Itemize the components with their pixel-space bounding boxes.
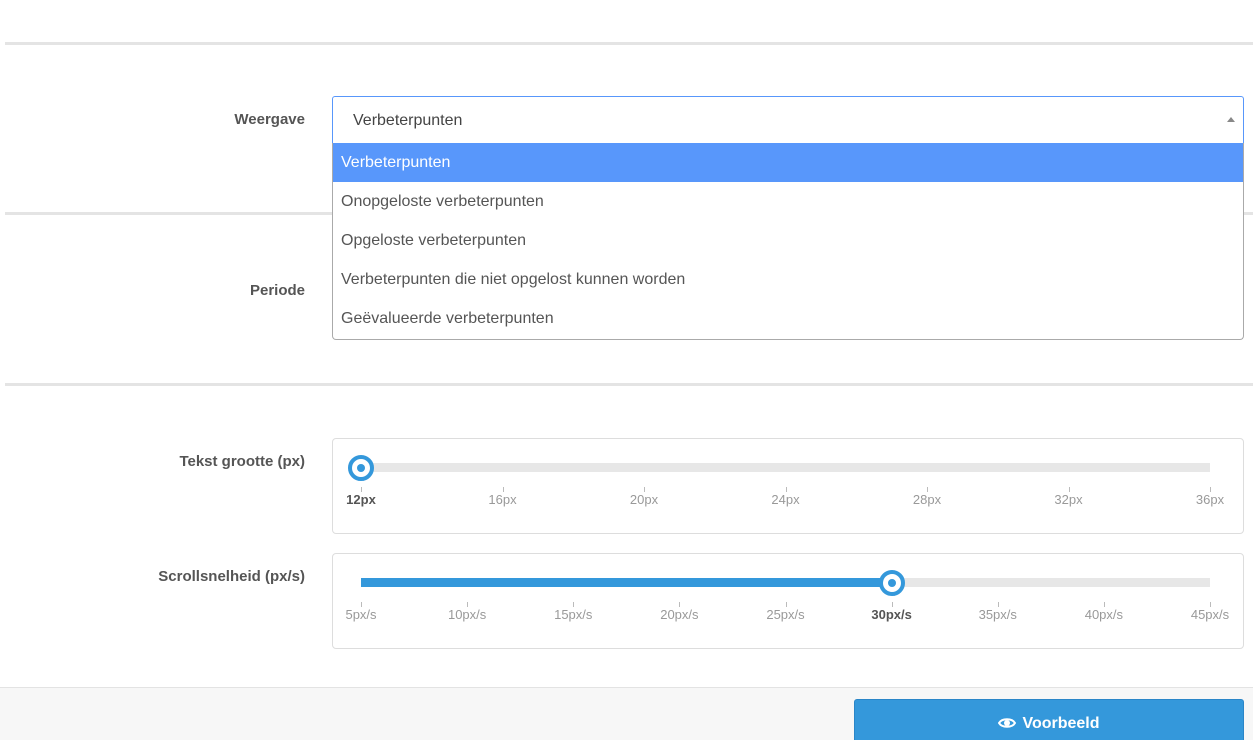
slider-tick-label: 25px/s: [766, 607, 805, 622]
text-size-slider: 12px 16px 20px 24px 28px 32px 36px: [332, 438, 1244, 534]
slider-fill: [361, 578, 892, 587]
slider-tick-label: 35px/s: [978, 607, 1017, 622]
slider-tick-label: 32px: [1054, 492, 1083, 507]
slider-tick-label: 20px/s: [660, 607, 699, 622]
scroll-speed-slider: 5px/s 10px/s 15px/s 20px/s 25px/s 30px/s 35px/…: [332, 553, 1244, 649]
divider: [5, 42, 1253, 45]
dropdown-option[interactable]: Verbeterpunten: [333, 143, 1243, 182]
slider-track[interactable]: [361, 578, 1210, 587]
slider-tick-label: 40px/s: [1084, 607, 1124, 622]
preview-button-label: Voorbeeld: [1022, 715, 1100, 732]
text-size-label: Tekst grootte (px): [179, 453, 305, 470]
slider-tick-label: 5px/s: [345, 607, 377, 622]
divider: [5, 383, 1253, 386]
weergave-label: Weergave: [234, 111, 305, 128]
dropdown-option[interactable]: Geëvalueerde verbeterpunten: [333, 299, 1243, 338]
slider-tick-label: 30px/s: [871, 607, 912, 622]
slider-tick-label: 12px: [346, 492, 376, 507]
slider-track[interactable]: [361, 463, 1210, 472]
dropdown-option[interactable]: Onopgeloste verbeterpunten: [333, 182, 1243, 221]
slider-handle[interactable]: [348, 455, 374, 481]
slider-tick-label: 16px: [488, 492, 517, 507]
periode-label: Periode: [249, 282, 305, 299]
settings-page: Weergave Verbeterpunten Verbeterpunten O…: [0, 0, 1253, 740]
slider-tick-label: 36px: [1195, 492, 1225, 507]
weergave-dropdown: Verbeterpunten Onopgeloste verbeterpunte…: [332, 143, 1244, 340]
dropdown-option[interactable]: Verbeterpunten die niet opgelost kunnen …: [333, 260, 1243, 299]
slider-tick-label: 20px: [629, 492, 659, 507]
slider-tick-label: 45px/s: [1190, 607, 1230, 622]
preview-button[interactable]: Voorbeeld: [854, 699, 1244, 740]
slider-tick-label: 10px/s: [447, 607, 487, 622]
slider-tick-label: 28px: [912, 492, 942, 507]
scroll-speed-label: Scrollsnelheid (px/s): [158, 568, 305, 585]
slider-tick-label: 15px/s: [554, 607, 593, 622]
caret-up-icon: [1227, 117, 1235, 122]
dropdown-option[interactable]: Opgeloste verbeterpunten: [333, 221, 1243, 260]
slider-handle[interactable]: [878, 570, 905, 596]
weergave-selected-value: Verbeterpunten: [353, 112, 463, 129]
slider-tick-label: 24px: [771, 492, 800, 507]
weergave-select[interactable]: Verbeterpunten: [332, 96, 1244, 144]
eye-icon: [998, 718, 1017, 728]
